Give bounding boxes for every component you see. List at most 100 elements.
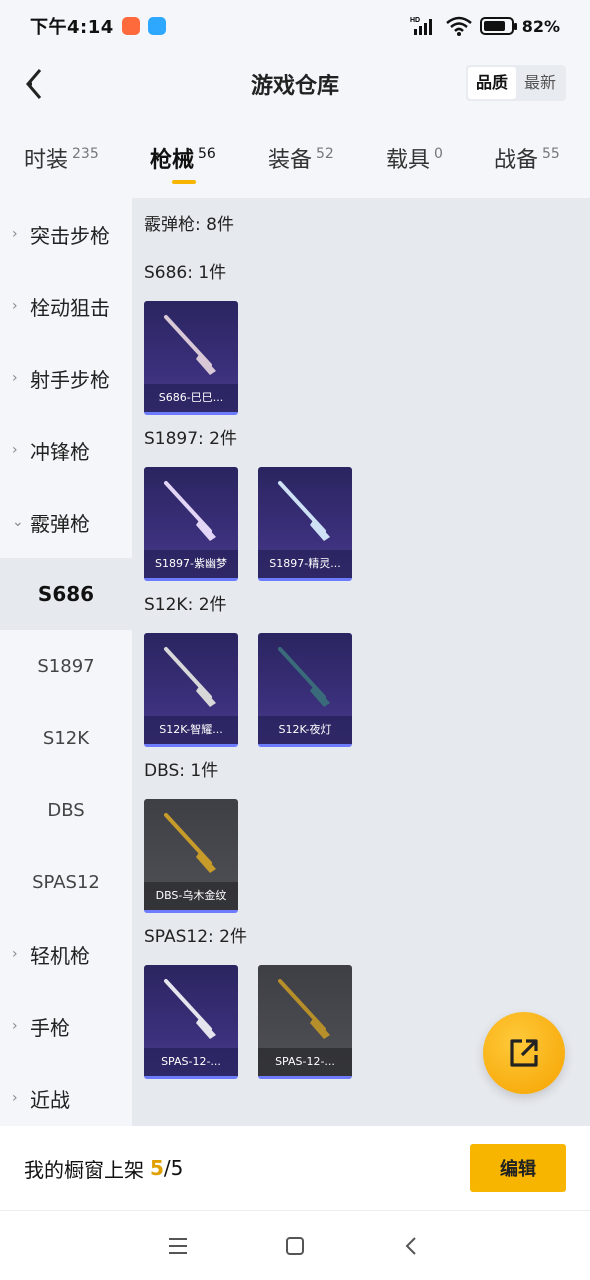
weapon-card[interactable]: S12K-夜灯 (258, 633, 352, 747)
tab-fashion[interactable]: 时装 235 (24, 130, 150, 196)
chevron-right-icon: › (12, 370, 18, 386)
weapon-image (278, 979, 330, 1039)
chevron-down-icon: ⌄ (12, 514, 24, 530)
chevron-right-icon: › (12, 1018, 18, 1034)
weapon-card[interactable]: S686-巳巳... (144, 301, 238, 415)
weapon-card-label: S12K-智耀... (144, 716, 238, 744)
weapon-image (164, 813, 216, 873)
weapon-card[interactable]: SPAS-12-... (144, 965, 238, 1079)
chevron-right-icon: › (12, 298, 18, 314)
tab-count: 56 (198, 146, 216, 162)
sidebar-item-label: 手枪 (30, 1015, 70, 1040)
weapon-type-sidebar: › 突击步枪 › 栓动狙击 › 射手步枪 › 冲锋枪 ⌄ 霰弹枪 S686 S1… (0, 198, 132, 1126)
tab-count: 0 (434, 146, 443, 162)
category-summary: 霰弹枪: 8件 (144, 215, 234, 235)
weapon-card-label: S1897-紫幽梦 (144, 550, 238, 578)
weapon-card-label: SPAS-12-... (144, 1048, 238, 1076)
card-row: S686-巳巳... (144, 301, 578, 415)
card-row: S12K-智耀... S12K-夜灯 (144, 633, 578, 747)
showcase-separator: / (163, 1156, 171, 1180)
weapon-card-label: DBS-乌木金纹 (144, 882, 238, 910)
tab-label: 战备 (494, 148, 539, 173)
tab-supplies[interactable]: 战备 55 (494, 130, 590, 196)
sidebar-item-marksman-rifle[interactable]: › 射手步枪 (0, 342, 132, 414)
weapon-card[interactable]: S1897-紫幽梦 (144, 467, 238, 581)
edit-button[interactable]: 编辑 (470, 1144, 566, 1192)
group-title: SPAS12: 2件 (144, 927, 247, 947)
sidebar-item-melee[interactable]: › 近战 (0, 1062, 132, 1134)
weapon-image (278, 481, 330, 541)
tab-count: 235 (72, 146, 99, 162)
showcase-total: 5 (170, 1156, 184, 1180)
battery-icon (479, 17, 517, 35)
weapon-card-label: S686-巳巳... (144, 384, 238, 412)
sort-option-latest[interactable]: 最新 (516, 67, 564, 99)
chevron-right-icon: › (12, 226, 18, 242)
share-icon (510, 1039, 538, 1067)
weapon-image (278, 647, 330, 707)
status-icons: HD 82% (410, 15, 560, 37)
weapon-list: 霰弹枪: 8件 S686: 1件 S686-巳巳... S1897: 2件 S1897… (132, 198, 590, 1126)
back-button[interactable] (14, 64, 54, 104)
sort-option-quality[interactable]: 品质 (467, 67, 516, 99)
tab-firearms[interactable]: 枪械 56 (150, 130, 268, 196)
status-bar: 下午4:14 HD 82% (0, 0, 590, 52)
weapon-card[interactable]: SPAS-12-... (258, 965, 352, 1079)
status-time: 下午4:14 (30, 17, 114, 38)
showcase-count: 5 (150, 1156, 164, 1180)
tab-label: 载具 (386, 148, 431, 173)
sidebar-item-shotgun[interactable]: ⌄ 霰弹枪 (0, 486, 132, 558)
battery-fill (483, 21, 506, 31)
menu-icon[interactable] (166, 1234, 190, 1258)
sidebar-item-bolt-sniper[interactable]: › 栓动狙击 (0, 270, 132, 342)
weapon-card[interactable]: DBS-乌木金纹 (144, 799, 238, 913)
sidebar-subitem-dbs[interactable]: DBS (0, 774, 132, 846)
sidebar-subitem-s686[interactable]: S686 (0, 558, 132, 630)
battery-percent: 82% (521, 16, 560, 36)
weapon-card-label: S1897-精灵... (258, 550, 352, 578)
back-nav-icon[interactable] (400, 1234, 424, 1258)
sidebar-item-lmg[interactable]: › 轻机枪 (0, 918, 132, 990)
tab-equipment[interactable]: 装备 52 (268, 130, 386, 196)
weapon-image (164, 481, 216, 541)
header: 游戏仓库 品质 最新 (0, 52, 590, 116)
home-icon[interactable] (283, 1234, 307, 1258)
tab-vehicles[interactable]: 载具 0 (386, 130, 494, 196)
tab-count: 52 (316, 146, 334, 162)
share-button[interactable] (483, 1012, 565, 1094)
chevron-right-icon: › (12, 1090, 18, 1106)
chevron-right-icon: › (12, 442, 18, 458)
category-tabs: 时装 235 枪械 56 装备 52 载具 0 战备 55 (0, 130, 590, 196)
sidebar-subitem-spas12[interactable]: SPAS12 (0, 846, 132, 918)
sidebar-subitem-s1897[interactable]: S1897 (0, 630, 132, 702)
chevron-left-icon (26, 69, 42, 99)
sort-toggle: 品质 最新 (465, 65, 566, 101)
weapon-card[interactable]: S12K-智耀... (144, 633, 238, 747)
weapon-card[interactable]: S1897-精灵... (258, 467, 352, 581)
sidebar-item-label: 轻机枪 (30, 943, 90, 968)
group-title: S1897: 2件 (144, 429, 238, 449)
chevron-right-icon: › (12, 946, 18, 962)
sidebar-item-label: 栓动狙击 (30, 295, 110, 320)
sidebar-subitem-s12k[interactable]: S12K (0, 702, 132, 774)
sidebar-item-label: 近战 (30, 1087, 70, 1112)
tab-count: 55 (542, 146, 560, 162)
card-row: DBS-乌木金纹 (144, 799, 578, 913)
active-tab-indicator (172, 180, 196, 184)
page-title: 游戏仓库 (250, 74, 339, 99)
sidebar-item-label: 冲锋枪 (30, 439, 90, 464)
sidebar-item-assault-rifle[interactable]: › 突击步枪 (0, 198, 132, 270)
showcase-bar: 我的橱窗上架 5 / 5 编辑 (0, 1126, 590, 1210)
weapon-image (164, 979, 216, 1039)
showcase-label: 我的橱窗上架 (24, 1157, 144, 1182)
tab-label: 装备 (268, 148, 313, 173)
tab-label: 枪械 (150, 148, 195, 173)
system-navigation-bar (0, 1210, 590, 1280)
sidebar-item-pistol[interactable]: › 手枪 (0, 990, 132, 1062)
tab-label: 时装 (24, 148, 69, 173)
weapon-card-label: SPAS-12-... (258, 1048, 352, 1076)
weapon-card-label: S12K-夜灯 (258, 716, 352, 744)
sidebar-item-smg[interactable]: › 冲锋枪 (0, 414, 132, 486)
sidebar-item-label: 突击步枪 (30, 223, 110, 248)
card-row: S1897-紫幽梦 S1897-精灵... (144, 467, 578, 581)
